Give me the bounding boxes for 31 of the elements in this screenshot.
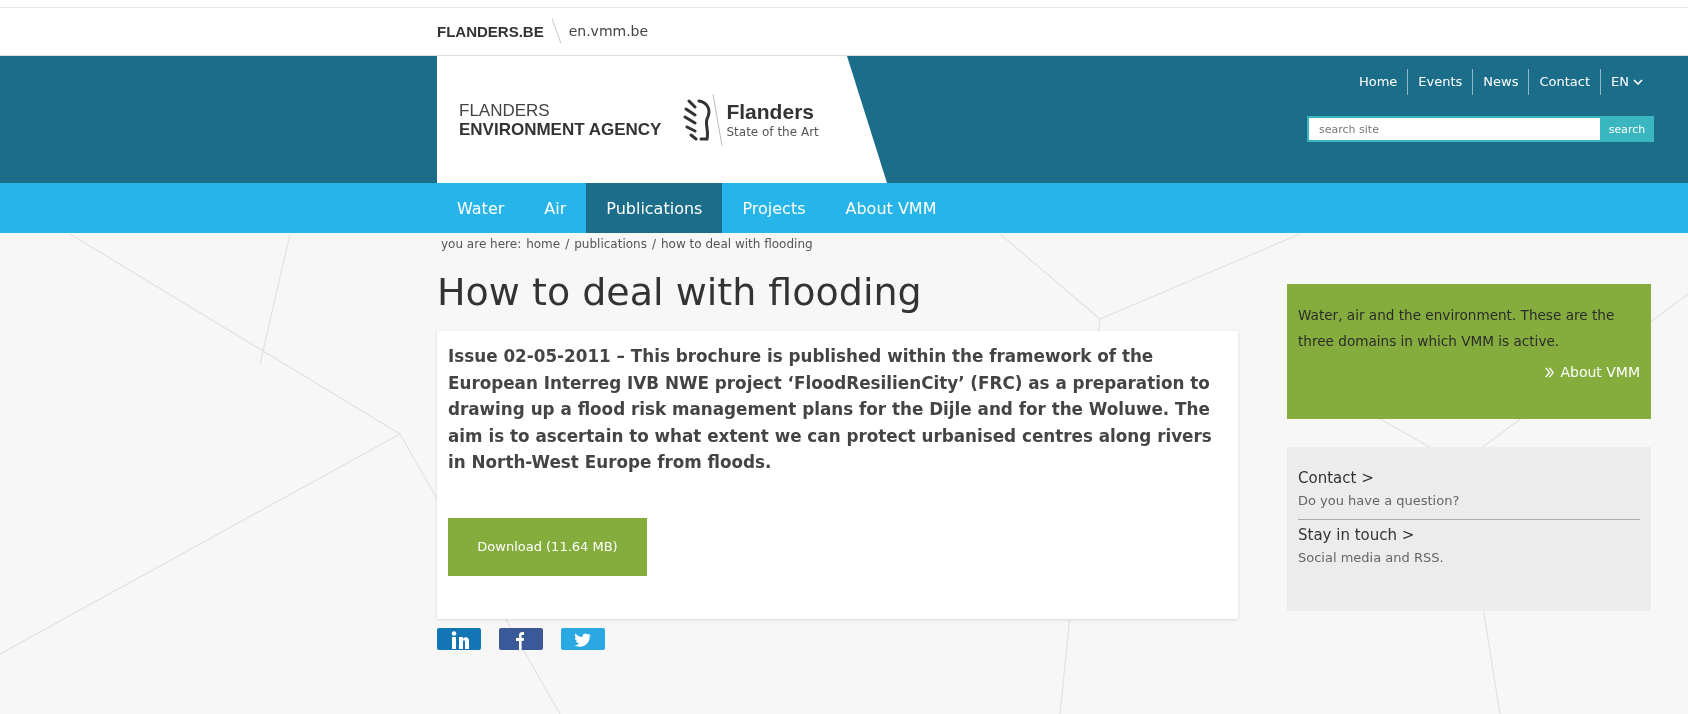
agency-name-line: ENVIRONMENT AGENCY (459, 119, 662, 139)
agency-name-line: FLANDERS (459, 100, 551, 120)
breadcrumb-link[interactable]: home (526, 237, 561, 257)
sidebar-link-description: Social media and RSS. (1298, 549, 1445, 567)
sidebar-link[interactable]: Stay in touch > (1298, 524, 1640, 546)
breadcrumb-separator: / (565, 237, 570, 253)
language-dropdown[interactable]: EN (1611, 74, 1643, 89)
sidebar-link-description: Do you have a question? (1298, 492, 1461, 510)
facebook-icon[interactable] (499, 628, 543, 650)
breadcrumb-separator: / (651, 237, 656, 253)
sidebar-link[interactable]: Contact > (1298, 467, 1640, 489)
nav-tab[interactable]: Publications (586, 183, 723, 233)
breadcrumb-link[interactable]: publications (574, 237, 647, 257)
chevron-down-icon (1633, 78, 1643, 85)
site-link[interactable]: FLANDERS.BE (437, 22, 544, 40)
utility-link[interactable]: Home (1358, 74, 1398, 89)
domain-text: en.vmm.be (568, 23, 649, 39)
utility-link[interactable]: Contact (1539, 74, 1591, 89)
linkedin-icon[interactable] (437, 628, 481, 650)
brand-tagline: State of the Art (726, 123, 819, 140)
double-chevron-icon (1544, 365, 1556, 379)
utility-link[interactable]: News (1483, 74, 1519, 89)
breadcrumb-current: how to deal with flooding (661, 237, 813, 253)
page-title: How to deal with flooding (437, 269, 923, 316)
utility-link[interactable]: Events (1418, 74, 1463, 89)
twitter-icon[interactable] (561, 628, 605, 650)
search-field[interactable]: search site (1307, 116, 1600, 142)
breadcrumb-label: you are here: (441, 237, 522, 253)
brand-name: Flanders (726, 99, 815, 124)
promo-text: Water, air and the environment. These are the three domains in which VMM is active. (1298, 306, 1616, 351)
summary-text: Issue 02-05-2011 – This brochure is published within the framework of the European Interreg IVB NWE project ‘FloodResilienCity’ (FRC) as a preparation to drawing up a flood risk management plans for the Dijle and for the Woluwe. The aim is to ascertain to what extent we can protect urbanised centres along rivers in North-West Europe from floods. (448, 345, 1213, 474)
